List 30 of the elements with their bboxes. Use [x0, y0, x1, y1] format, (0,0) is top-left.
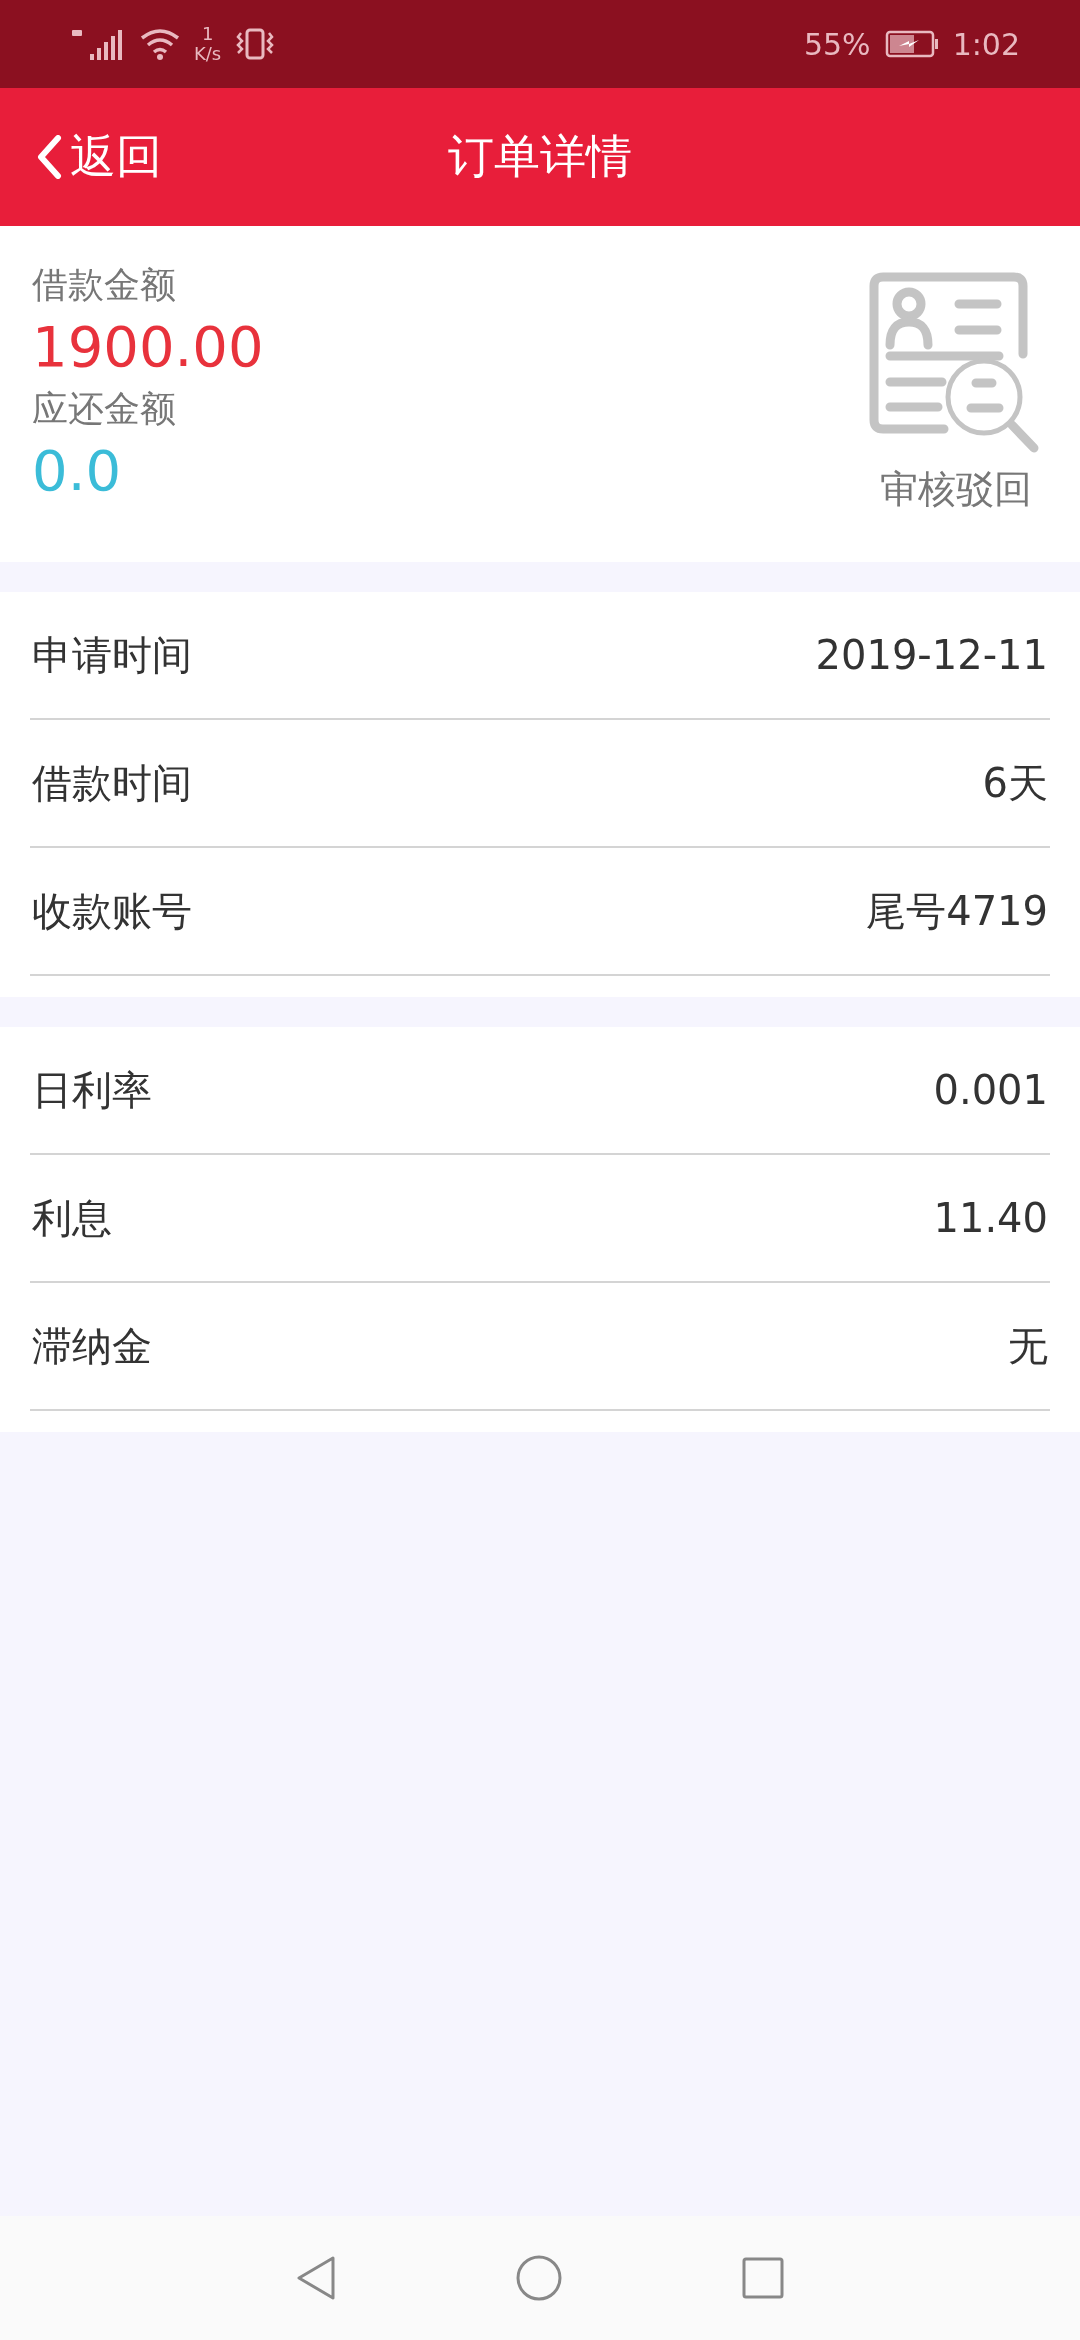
detail-label: 利息 [32, 1193, 112, 1243]
clock: 1:02 [952, 26, 1020, 62]
detail-label: 借款时间 [32, 758, 192, 808]
detail-value: 0.001 [933, 1067, 1048, 1113]
recents-square-icon[interactable] [741, 2256, 785, 2300]
detail-label: 滞纳金 [32, 1321, 152, 1371]
amount-value: 1900.00 [32, 313, 264, 381]
detail-label: 收款账号 [32, 886, 192, 936]
chevron-left-icon [36, 135, 62, 179]
back-button[interactable]: 返回 [0, 126, 162, 188]
amount-label: 借款金额 [32, 263, 177, 307]
home-circle-icon[interactable] [515, 2254, 563, 2302]
page-title: 订单详情 [448, 128, 632, 185]
detail-value: 2019-12-11 [815, 632, 1048, 678]
battery-percent: 55% [803, 26, 871, 62]
network-speed-value: 1 [201, 24, 214, 44]
detail-value: 无 [1008, 1321, 1048, 1371]
battery-charging-icon [884, 30, 939, 58]
wifi-icon [140, 28, 180, 60]
amount-label: 应还金额 [32, 387, 177, 431]
back-triangle-icon[interactable] [295, 2254, 337, 2302]
review-status: 审核驳回 [880, 466, 1032, 513]
detail-label: 申请时间 [32, 630, 192, 680]
amount-value: 0.0 [32, 437, 123, 505]
network-speed-unit: K/s [194, 44, 222, 64]
detail-value: 尾号4719 [866, 886, 1048, 936]
detail-value: 6天 [982, 758, 1048, 808]
detail-value: 11.40 [933, 1195, 1048, 1241]
vibrate-icon [235, 27, 276, 61]
detail-label: 日利率 [32, 1065, 152, 1115]
